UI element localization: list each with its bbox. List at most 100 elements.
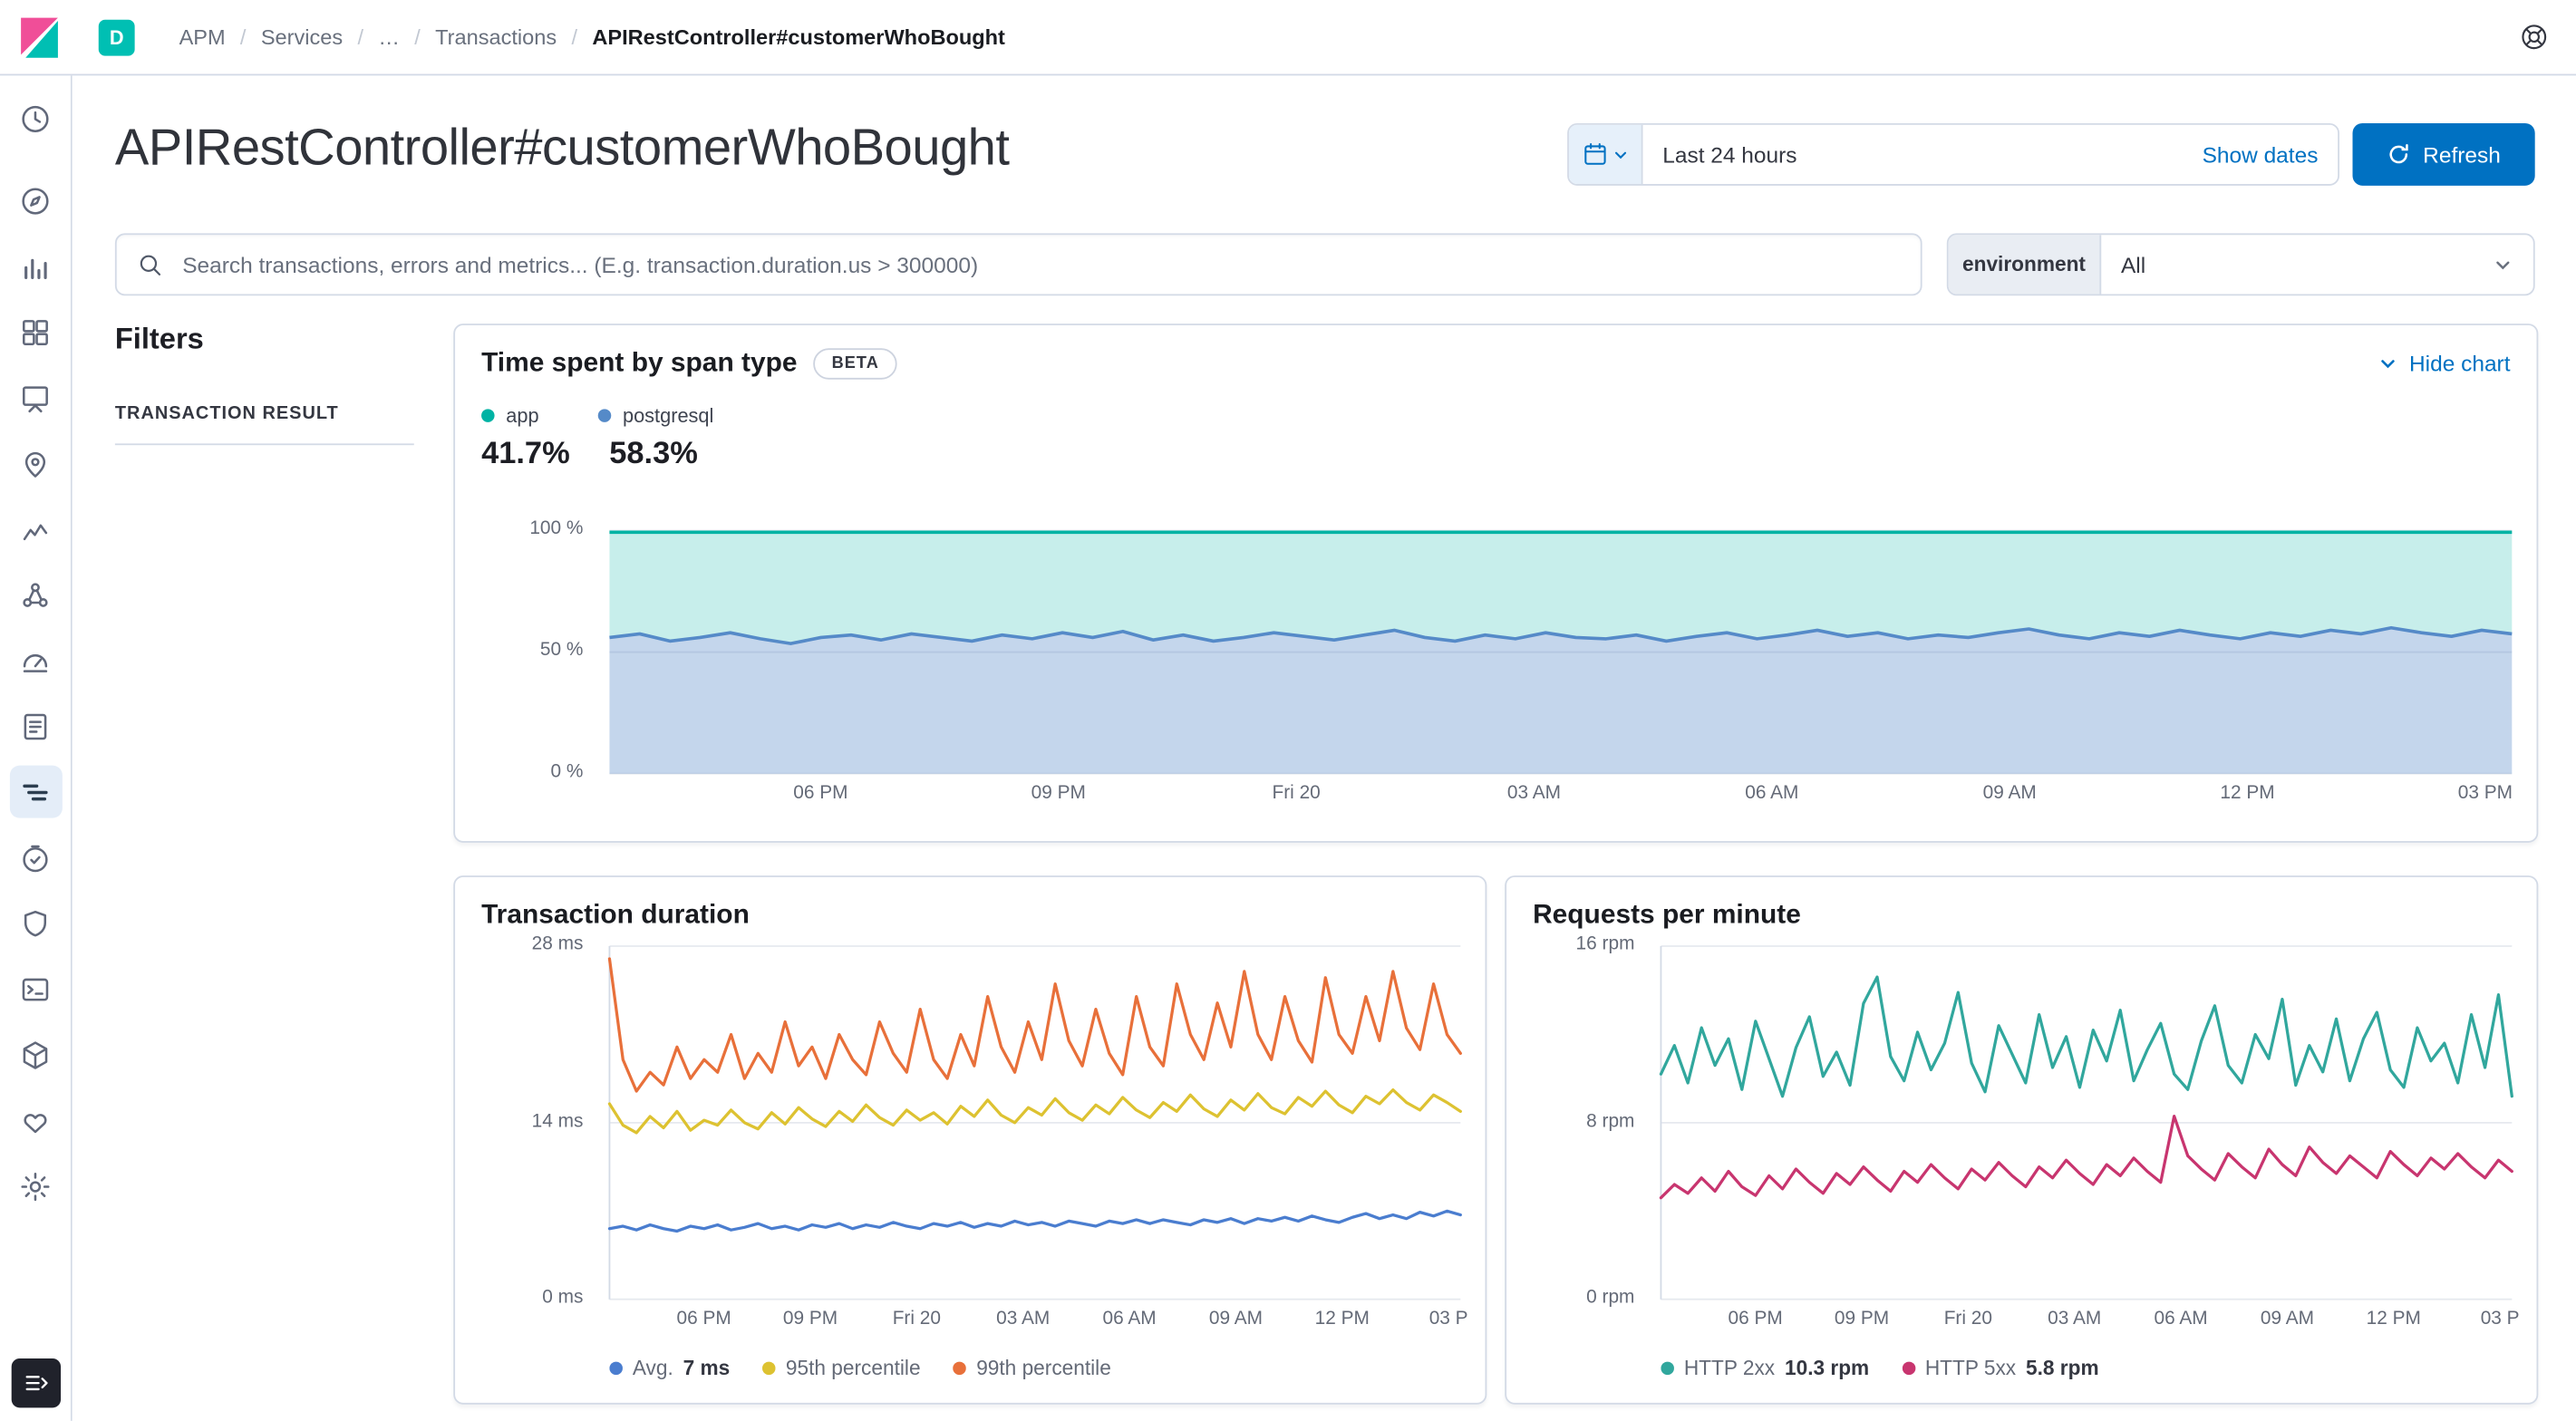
y-axis: 28 ms14 ms0 ms xyxy=(455,946,596,1300)
legend-item-http-5xx[interactable]: HTTP 5xx 5.8 rpm xyxy=(1902,1357,2098,1379)
x-tick-label: 03 P xyxy=(1429,1310,1468,1329)
search-input[interactable] xyxy=(179,250,1902,278)
space-badge[interactable]: D xyxy=(99,19,135,55)
beta-badge: BETA xyxy=(814,348,897,379)
legend-item-http-2xx[interactable]: HTTP 2xx 10.3 rpm xyxy=(1661,1357,1869,1379)
calendar-icon xyxy=(1582,141,1608,168)
x-tick-label: 03 PM xyxy=(2458,784,2513,804)
y-tick-label: 50 % xyxy=(540,641,584,661)
x-axis: 06 PM09 PMFri 2003 AM06 AM09 AM12 PM03 P xyxy=(1661,1310,2512,1332)
transaction-duration-panel: Transaction duration 28 ms14 ms0 ms 06 P… xyxy=(453,875,1487,1405)
chart-plot-area[interactable] xyxy=(609,530,2512,773)
x-tick-label: 06 PM xyxy=(1728,1310,1782,1329)
x-tick-label: 03 AM xyxy=(1507,784,1561,804)
environment-select[interactable]: All xyxy=(2101,235,2533,294)
x-tick-label: Fri 20 xyxy=(1944,1310,1992,1329)
requests-per-minute-legend: HTTP 2xx 10.3 rpm HTTP 5xx 5.8 rpm xyxy=(1661,1357,2098,1379)
y-axis: 100 %50 %0 % xyxy=(455,530,596,773)
y-tick-label: 8 rpm xyxy=(1586,1111,1634,1131)
span-type-chart-title: Time spent by span type xyxy=(481,348,797,379)
breadcrumb-transactions[interactable]: Transactions xyxy=(435,24,592,49)
chevron-down-icon xyxy=(2378,353,2400,375)
requests-per-minute-header: Requests per minute xyxy=(1506,877,2536,932)
span-type-chart[interactable]: 100 %50 %0 % 06 PM09 PMFri 2003 AM06 AM0… xyxy=(455,530,2536,773)
date-picker: Last 24 hours Show dates xyxy=(1567,123,2339,186)
sidebar-metrics-icon[interactable] xyxy=(9,634,62,687)
dock-navigation-toggle[interactable] xyxy=(11,1358,60,1407)
legend-dot xyxy=(609,1362,623,1376)
span-type-legend: app postgresql xyxy=(481,404,713,427)
quick-select-button[interactable] xyxy=(1569,125,1643,184)
legend-dot xyxy=(954,1362,967,1376)
sidebar-canvas-icon[interactable] xyxy=(9,372,62,424)
transaction-duration-chart[interactable]: 28 ms14 ms0 ms 06 PM09 PMFri 2003 AM06 A… xyxy=(455,946,1485,1300)
x-tick-label: 09 PM xyxy=(1031,784,1086,804)
sidebar-machine-learning-icon[interactable] xyxy=(9,503,62,556)
sidebar-recently-viewed-icon[interactable] xyxy=(9,92,62,145)
filters-title: Filters xyxy=(115,322,204,356)
requests-per-minute-chart[interactable]: 16 rpm8 rpm0 rpm 06 PM09 PMFri 2003 AM06… xyxy=(1506,946,2536,1300)
legend-dot xyxy=(598,409,612,422)
sidebar-discover-icon[interactable] xyxy=(9,174,62,227)
breadcrumb-apm[interactable]: APM xyxy=(179,24,261,49)
x-tick-label: 12 PM xyxy=(2220,784,2274,804)
breadcrumb: APM Services … Transactions APIRestContr… xyxy=(179,24,1005,49)
legend-item-99th[interactable]: 99th percentile xyxy=(954,1357,1111,1379)
legend-item-postgresql[interactable]: postgresql xyxy=(598,404,714,427)
breadcrumb-current: APIRestController#customerWhoBought xyxy=(592,24,1005,49)
sidebar-fleet-icon[interactable] xyxy=(9,1029,62,1081)
transaction-duration-legend: Avg. 7 ms 95th percentile 99th percentil… xyxy=(609,1357,1110,1379)
x-tick-label: 09 PM xyxy=(1835,1310,1889,1329)
date-range-value[interactable]: Last 24 hours xyxy=(1643,142,2183,167)
sidebar-maps-icon[interactable] xyxy=(9,437,62,489)
environment-selected-value: All xyxy=(2121,252,2145,276)
sidebar-logs-icon[interactable] xyxy=(9,700,62,752)
x-tick-label: 06 PM xyxy=(793,784,847,804)
chevron-down-icon xyxy=(1611,145,1629,163)
x-axis: 06 PM09 PMFri 2003 AM06 AM09 AM12 PM03 P xyxy=(609,1310,1460,1332)
y-tick-label: 100 % xyxy=(529,519,583,539)
sidebar-visualize-icon[interactable] xyxy=(9,240,62,293)
sidebar-uptime-icon[interactable] xyxy=(9,831,62,884)
chart-plot-area[interactable] xyxy=(1661,946,2512,1300)
legend-item-95th[interactable]: 95th percentile xyxy=(763,1357,921,1379)
kibana-logo[interactable] xyxy=(15,13,63,62)
refresh-button[interactable]: Refresh xyxy=(2353,123,2535,186)
sidebar-management-icon[interactable] xyxy=(9,1160,62,1213)
search-bar[interactable] xyxy=(115,233,1922,295)
filter-section-divider xyxy=(115,443,414,445)
app-root: D APM Services … Transactions APIRestCon… xyxy=(0,0,2576,1421)
x-tick-label: Fri 20 xyxy=(1272,784,1320,804)
show-dates-button[interactable]: Show dates xyxy=(2183,142,2338,167)
chevron-down-icon xyxy=(2493,254,2514,276)
help-icon[interactable] xyxy=(2519,22,2550,53)
sidebar-graph-icon[interactable] xyxy=(9,568,62,621)
postgresql-percentage: 58.3% xyxy=(609,437,698,473)
legend-label: HTTP 2xx xyxy=(1684,1357,1775,1379)
legend-label: 95th percentile xyxy=(786,1357,921,1379)
sidebar-stack-monitoring-icon[interactable] xyxy=(9,1094,62,1146)
legend-label: Avg. xyxy=(633,1357,673,1379)
legend-item-app[interactable]: app xyxy=(481,404,538,427)
sidebar-dashboard-icon[interactable] xyxy=(9,305,62,358)
requests-per-minute-title: Requests per minute xyxy=(1533,900,1801,931)
hide-chart-button[interactable]: Hide chart xyxy=(2378,352,2511,376)
search-icon xyxy=(136,250,164,278)
span-type-panel-header: Time spent by span type BETA Hide chart xyxy=(455,325,2536,380)
legend-item-avg[interactable]: Avg. 7 ms xyxy=(609,1357,730,1379)
x-tick-label: 03 P xyxy=(2481,1310,2520,1329)
x-tick-label: 12 PM xyxy=(1315,1310,1370,1329)
breadcrumb-services[interactable]: Services xyxy=(261,24,379,49)
environment-filter: environment All xyxy=(1947,233,2535,295)
chart-plot-area[interactable] xyxy=(609,946,1460,1300)
sidebar-apm-icon[interactable] xyxy=(9,766,62,818)
sidebar-security-icon[interactable] xyxy=(9,897,62,950)
x-tick-label: 09 AM xyxy=(1983,784,2037,804)
transaction-duration-title: Transaction duration xyxy=(481,900,750,931)
y-axis: 16 rpm8 rpm0 rpm xyxy=(1506,946,1648,1300)
breadcrumb-ellipsis[interactable]: … xyxy=(378,24,435,49)
top-bar: D APM Services … Transactions APIRestCon… xyxy=(0,0,2576,75)
x-tick-label: 12 PM xyxy=(2367,1310,2421,1329)
filter-section-transaction-result[interactable]: TRANSACTION RESULT xyxy=(115,404,339,424)
sidebar-dev-tools-icon[interactable] xyxy=(9,962,62,1015)
